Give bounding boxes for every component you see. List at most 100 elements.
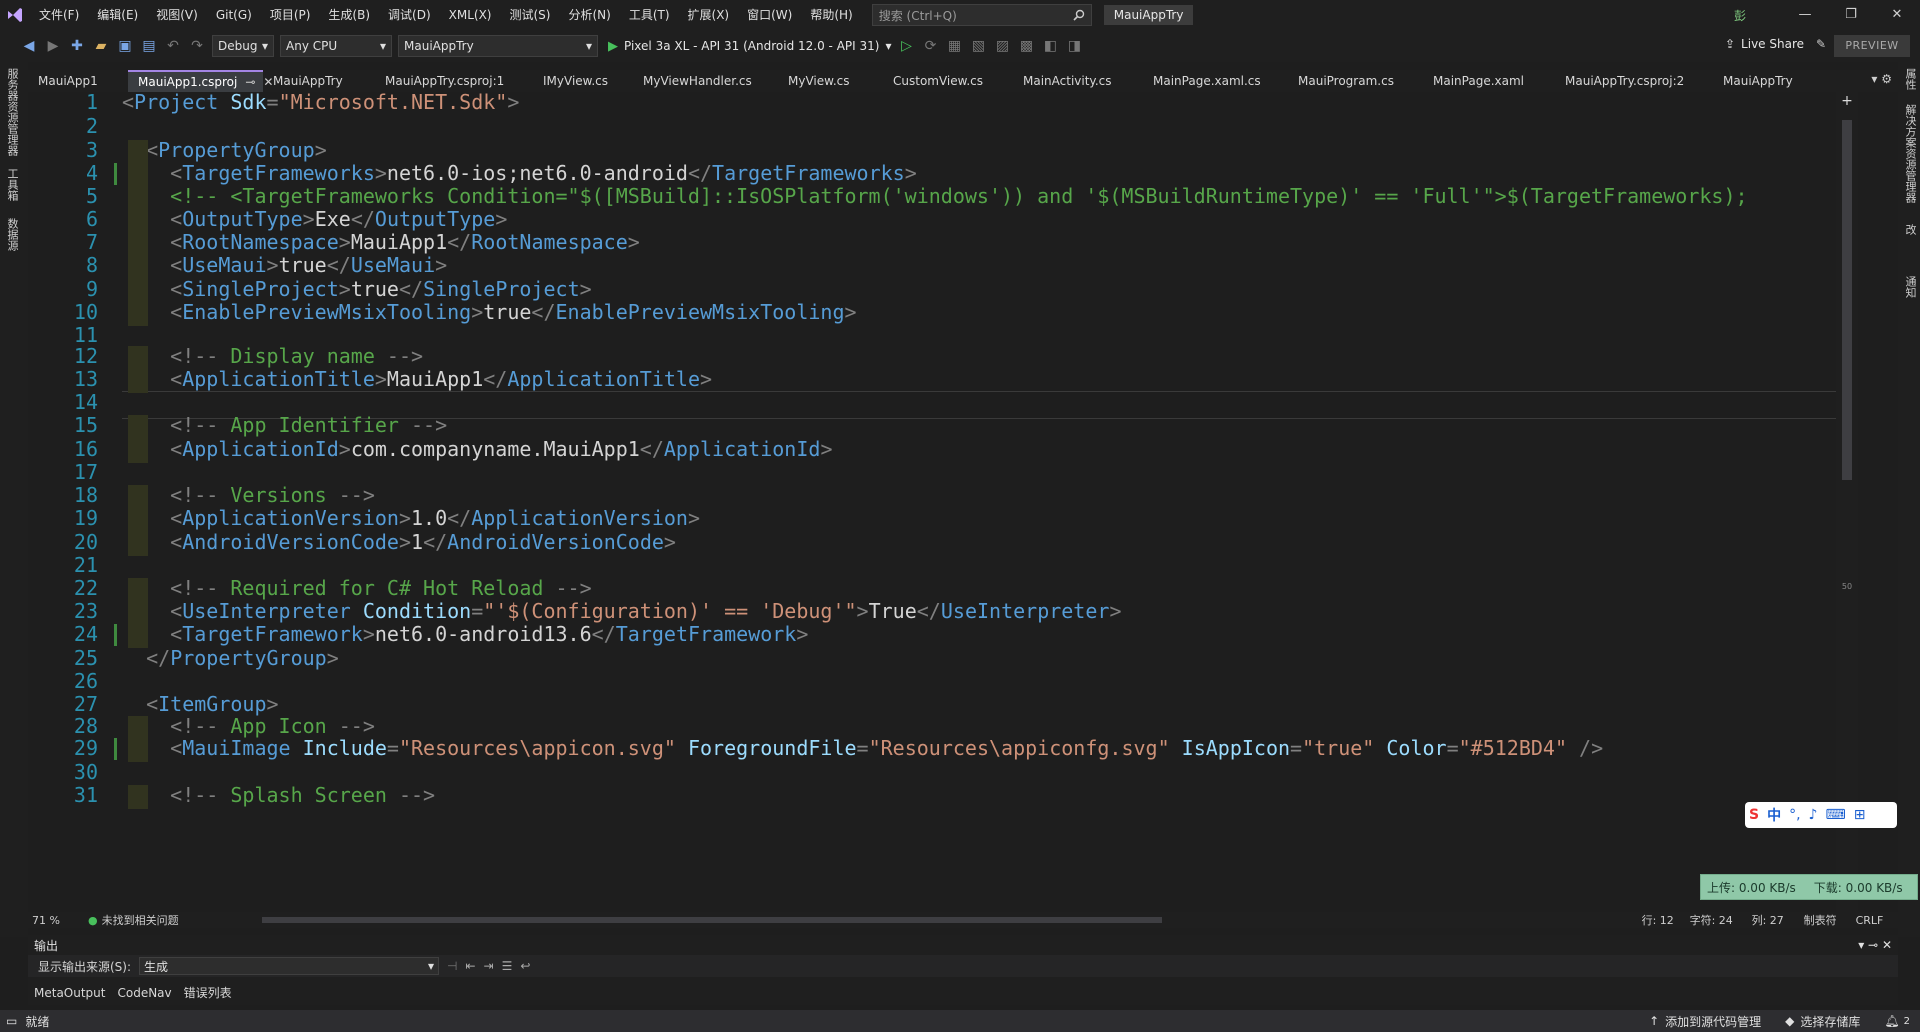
horizontal-scrollbar-thumb[interactable] <box>261 917 1162 923</box>
configuration-select[interactable]: Debug ▾ <box>212 35 274 57</box>
code-area[interactable]: <Project Sdk="Microsoft.NET.Sdk"> <Prope… <box>122 92 1832 912</box>
tab-mauiapptry-2[interactable]: MauiAppTry <box>1713 70 1803 92</box>
live-share-button[interactable]: ⇪ Live Share <box>1725 37 1804 51</box>
settings-icon[interactable]: ⚙ <box>1881 72 1892 86</box>
tab-mainpage-xaml-cs[interactable]: MainPage.xaml.cs <box>1143 70 1288 92</box>
tab-imyview-cs[interactable]: IMyView.cs <box>533 70 633 92</box>
restore-icon[interactable]: ❐ <box>1828 0 1874 30</box>
code-line[interactable]: </PropertyGroup> <box>122 644 339 672</box>
refresh-icon[interactable]: ⟳ <box>921 37 939 55</box>
select-repository[interactable]: 选择存储库 <box>1800 1013 1860 1030</box>
code-editor[interactable]: 1 2 3 4 5 6 7 8 9 10 11 12 13 14 15 16 17 18 19 20 21 22 23 24 2… <box>28 92 1858 912</box>
run-without-debug-icon[interactable]: ▷ <box>897 37 915 55</box>
menu-build[interactable]: 生成(B) <box>319 0 379 30</box>
tool-icon-1[interactable]: ▦ <box>945 37 963 55</box>
platform-select[interactable]: Any CPU ▾ <box>280 35 392 57</box>
tab-mauiprogram-cs[interactable]: MauiProgram.cs <box>1288 70 1423 92</box>
run-button[interactable]: ▶ Pixel 3a XL - API 31 (Android 12.0 - A… <box>608 39 891 54</box>
add-to-source-control[interactable]: 添加到源代码管理 <box>1665 1013 1761 1030</box>
ime-toolbar[interactable]: S 中 °, ♪ ⌨ ⊞ <box>1745 802 1897 828</box>
toolbox-tab[interactable]: 工具箱 <box>0 162 24 212</box>
minimize-icon[interactable]: — <box>1782 0 1828 30</box>
save-icon[interactable]: ▣ <box>116 37 134 55</box>
tab-error-list[interactable]: 错误列表 <box>178 982 238 1004</box>
microphone-icon[interactable]: ♪ <box>1809 807 1818 823</box>
notifications-tab[interactable]: 通知 <box>1898 270 1920 310</box>
zoom-level[interactable]: 71 % <box>28 914 88 927</box>
scrollbar-thumb[interactable] <box>1842 120 1852 480</box>
avatar[interactable]: 彭 <box>1734 7 1746 24</box>
git-changes-tab[interactable]: Git 更改 <box>1898 218 1920 270</box>
clear-all-icon[interactable]: ☰ <box>502 959 513 973</box>
forward-icon[interactable]: ▶ <box>44 37 62 55</box>
properties-tab[interactable]: 属性 <box>1898 62 1920 98</box>
new-project-icon[interactable]: ✚ <box>68 37 86 55</box>
bell-icon[interactable]: 🔔︎ <box>1884 1014 1899 1028</box>
tab-myview-cs[interactable]: MyView.cs <box>778 70 883 92</box>
code-line[interactable]: <AndroidVersionCode>1</AndroidVersionCod… <box>122 528 676 556</box>
pin-icon[interactable]: ⊸ <box>245 75 255 89</box>
split-editor-icon[interactable]: + <box>1838 92 1856 110</box>
tab-mauiapptry[interactable]: MauiAppTry <box>263 70 375 92</box>
next-message-icon[interactable]: ⇥ <box>484 959 494 973</box>
tab-mauiapp1[interactable]: MauiApp1 <box>28 70 128 92</box>
punctuation-icon[interactable]: °, <box>1789 807 1800 823</box>
tool-icon-6[interactable]: ◨ <box>1065 37 1083 55</box>
tab-mauiapptry-csproj-2[interactable]: MauiAppTry.csproj:2 <box>1555 70 1713 92</box>
open-folder-icon[interactable]: ▰ <box>92 37 110 55</box>
close-icon[interactable]: ✕ <box>1882 938 1892 952</box>
horizontal-scrollbar[interactable] <box>252 915 1182 925</box>
code-line[interactable]: <!-- Splash Screen --> <box>122 781 435 809</box>
menu-tools[interactable]: 工具(T) <box>620 0 679 30</box>
tool-icon-4[interactable]: ▩ <box>1017 37 1035 55</box>
data-sources-tab[interactable]: 数据源 <box>0 212 24 262</box>
issues-status[interactable]: 未找到相关问题 <box>102 912 252 928</box>
tab-mainpage-xaml[interactable]: MainPage.xaml <box>1423 70 1555 92</box>
menu-test[interactable]: 测试(S) <box>500 0 559 30</box>
save-all-icon[interactable]: ▤ <box>140 37 158 55</box>
code-line[interactable]: <Project Sdk="Microsoft.NET.Sdk"> <box>122 92 519 116</box>
code-line[interactable]: <EnablePreviewMsixTooling>true</EnablePr… <box>122 298 856 326</box>
search-input[interactable]: 搜索 (Ctrl+Q) <box>871 4 1092 26</box>
menu-xml[interactable]: XML(X) <box>440 0 501 30</box>
menu-view[interactable]: 视图(V) <box>147 0 207 30</box>
menu-window[interactable]: 窗口(W) <box>738 0 801 30</box>
menu-project[interactable]: 项目(P) <box>261 0 320 30</box>
code-line[interactable]: <MauiImage Include="Resources\appicon.sv… <box>122 734 1603 762</box>
feedback-icon[interactable]: ✎ <box>1816 37 1826 51</box>
menu-edit[interactable]: 编辑(E) <box>88 0 147 30</box>
solution-explorer-tab[interactable]: 解决方案资源管理器 <box>1898 98 1920 218</box>
undo-icon[interactable]: ↶ <box>164 37 182 55</box>
tab-mainactivity-cs[interactable]: MainActivity.cs <box>1013 70 1143 92</box>
redo-icon[interactable]: ↷ <box>188 37 206 55</box>
startup-project-select[interactable]: MauiAppTry ▾ <box>398 35 598 57</box>
menu-extensions[interactable]: 扩展(X) <box>679 0 739 30</box>
tab-mauiapptry-csproj-1[interactable]: MauiAppTry.csproj:1 <box>375 70 533 92</box>
menu-debug[interactable]: 调试(D) <box>379 0 440 30</box>
ime-mode[interactable]: 中 <box>1767 805 1781 825</box>
close-icon[interactable]: ✕ <box>1874 0 1920 30</box>
vertical-scrollbar[interactable]: + 50 <box>1836 92 1858 912</box>
find-message-icon[interactable]: ⊣ <box>447 959 457 973</box>
tool-icon-5[interactable]: ◧ <box>1041 37 1059 55</box>
preview-button[interactable]: PREVIEW <box>1834 35 1910 57</box>
menu-file[interactable]: 文件(F) <box>30 0 88 30</box>
tab-customview-cs[interactable]: CustomView.cs <box>883 70 1013 92</box>
grid-icon[interactable]: ⊞ <box>1854 807 1866 823</box>
tool-icon-2[interactable]: ▧ <box>969 37 987 55</box>
tool-icon-3[interactable]: ▨ <box>993 37 1011 55</box>
menu-analyze[interactable]: 分析(N) <box>559 0 619 30</box>
tabs-indicator[interactable]: 制表符 <box>1804 912 1856 928</box>
tab-myviewhandler-cs[interactable]: MyViewHandler.cs <box>633 70 778 92</box>
menu-help[interactable]: 帮助(H) <box>801 0 861 30</box>
tab-codenav[interactable]: CodeNav <box>111 982 177 1004</box>
pin-icon[interactable]: ⊸ <box>1868 938 1878 952</box>
word-wrap-icon[interactable]: ↩ <box>520 959 530 973</box>
back-icon[interactable]: ◀ <box>20 37 38 55</box>
code-line[interactable]: <ApplicationTitle>MauiApp1</ApplicationT… <box>122 365 712 393</box>
tab-metaoutput[interactable]: MetaOutput <box>28 982 111 1004</box>
server-explorer-tab[interactable]: 服务器资源管理器 <box>0 62 24 162</box>
code-line[interactable]: <ApplicationId>com.companyname.MauiApp1<… <box>122 435 832 463</box>
menu-git[interactable]: Git(G) <box>207 0 261 30</box>
prev-message-icon[interactable]: ⇤ <box>465 959 475 973</box>
